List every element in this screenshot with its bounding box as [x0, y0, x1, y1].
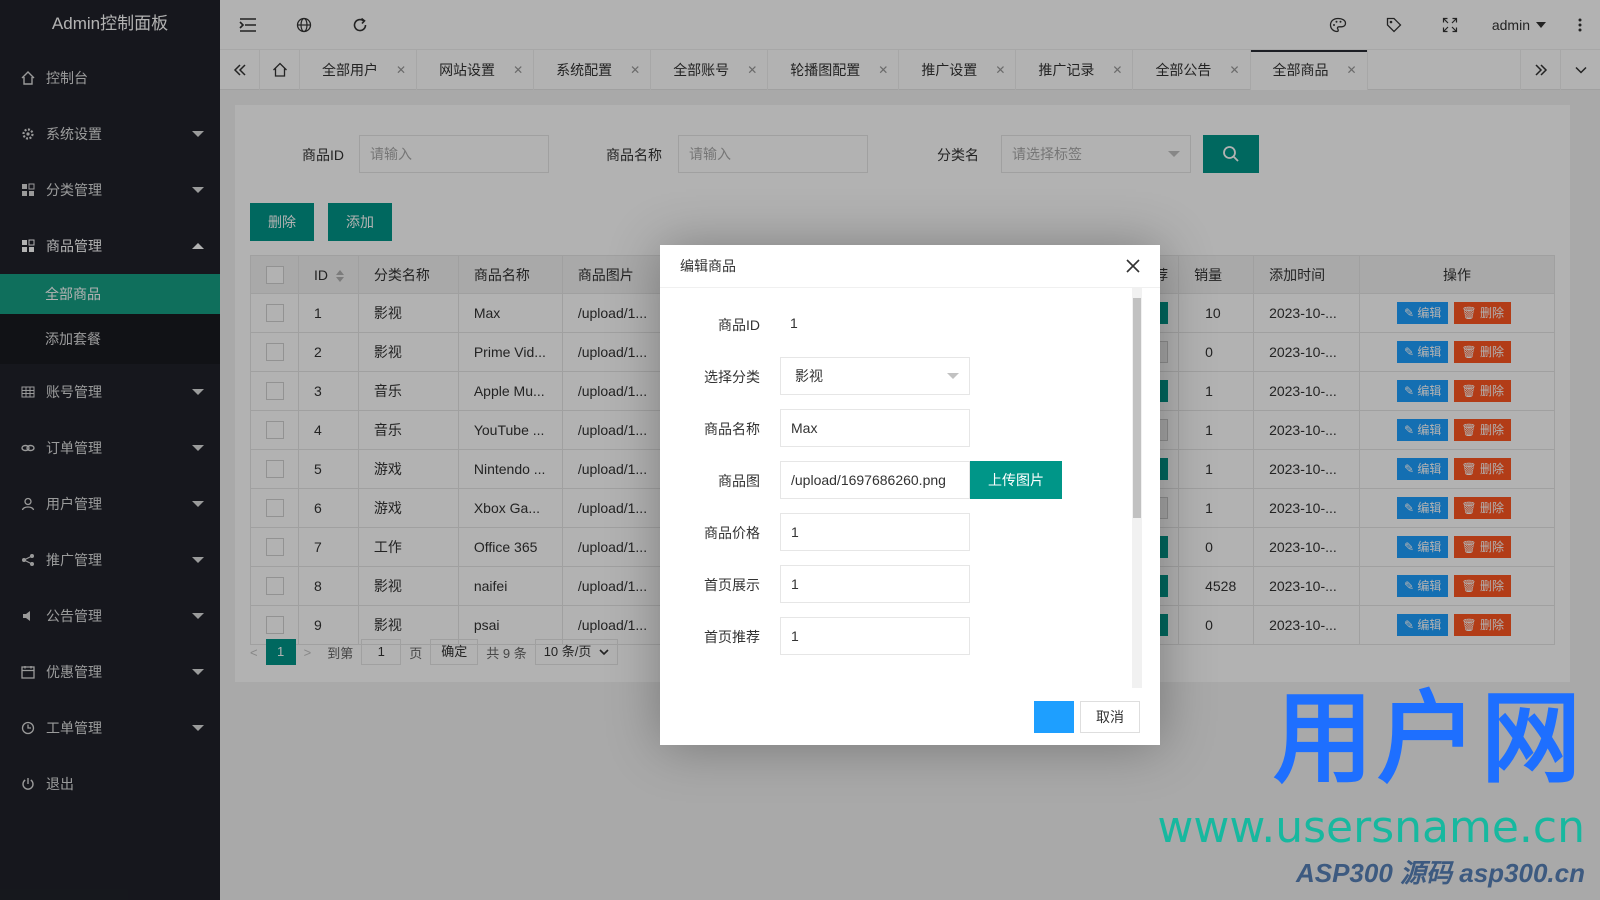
home-recommend-input[interactable]: 1: [780, 617, 970, 655]
field-label: 首页推荐: [704, 629, 760, 645]
watermark: 用户网 www.usersname.cn ASP300 源码 asp300.cn: [1157, 657, 1585, 890]
field-label: 选择分类: [704, 369, 760, 385]
cancel-button[interactable]: 取消: [1080, 701, 1140, 733]
dialog-title: 编辑商品: [660, 245, 1160, 288]
product-name-input[interactable]: Max: [780, 409, 970, 447]
product-image-input[interactable]: /upload/1697686260.png: [780, 461, 970, 499]
field-label: 商品ID: [718, 317, 760, 333]
field-label: 商品价格: [704, 525, 760, 541]
scrollbar-thumb[interactable]: [1133, 298, 1141, 518]
watermark-brand: 用户网: [1273, 680, 1585, 797]
home-show-input[interactable]: 1: [780, 565, 970, 603]
category-value: 影视: [795, 368, 823, 384]
watermark-asp300: ASP300 源码 asp300.cn: [1295, 858, 1585, 888]
form-row-id: 商品ID 1: [660, 305, 1140, 343]
field-label: 商品图: [718, 473, 760, 489]
close-icon: [1126, 259, 1140, 273]
product-id-value: 1: [780, 305, 970, 343]
form-row-home-show: 首页展示 1: [660, 565, 1140, 603]
field-label: 商品名称: [704, 421, 760, 437]
dialog-footer: 取消: [1028, 701, 1140, 733]
form-row-home-recommend: 首页推荐 1: [660, 617, 1140, 655]
field-label: 首页展示: [704, 577, 760, 593]
dialog-scrollbar[interactable]: [1132, 288, 1142, 688]
product-price-input[interactable]: 1: [780, 513, 970, 551]
form-row-image: 商品图 /upload/1697686260.png 上传图片: [660, 461, 1140, 499]
confirm-button[interactable]: [1034, 701, 1074, 733]
category-select[interactable]: 影视: [780, 357, 970, 395]
upload-image-button[interactable]: 上传图片: [970, 461, 1062, 499]
caret-down-icon: [947, 373, 959, 379]
form-row-category: 选择分类 影视: [660, 357, 1140, 395]
watermark-url: www.usersname.cn: [1157, 802, 1585, 853]
form-row-name: 商品名称 Max: [660, 409, 1140, 447]
edit-product-dialog: 编辑商品 商品ID 1 选择分类 影视 商品名称 Max 商品图 /upload…: [660, 245, 1160, 745]
dialog-close-button[interactable]: [1122, 255, 1144, 277]
form-row-price: 商品价格 1: [660, 513, 1140, 551]
dialog-body: 商品ID 1 选择分类 影视 商品名称 Max 商品图 /upload/1697…: [660, 288, 1160, 745]
